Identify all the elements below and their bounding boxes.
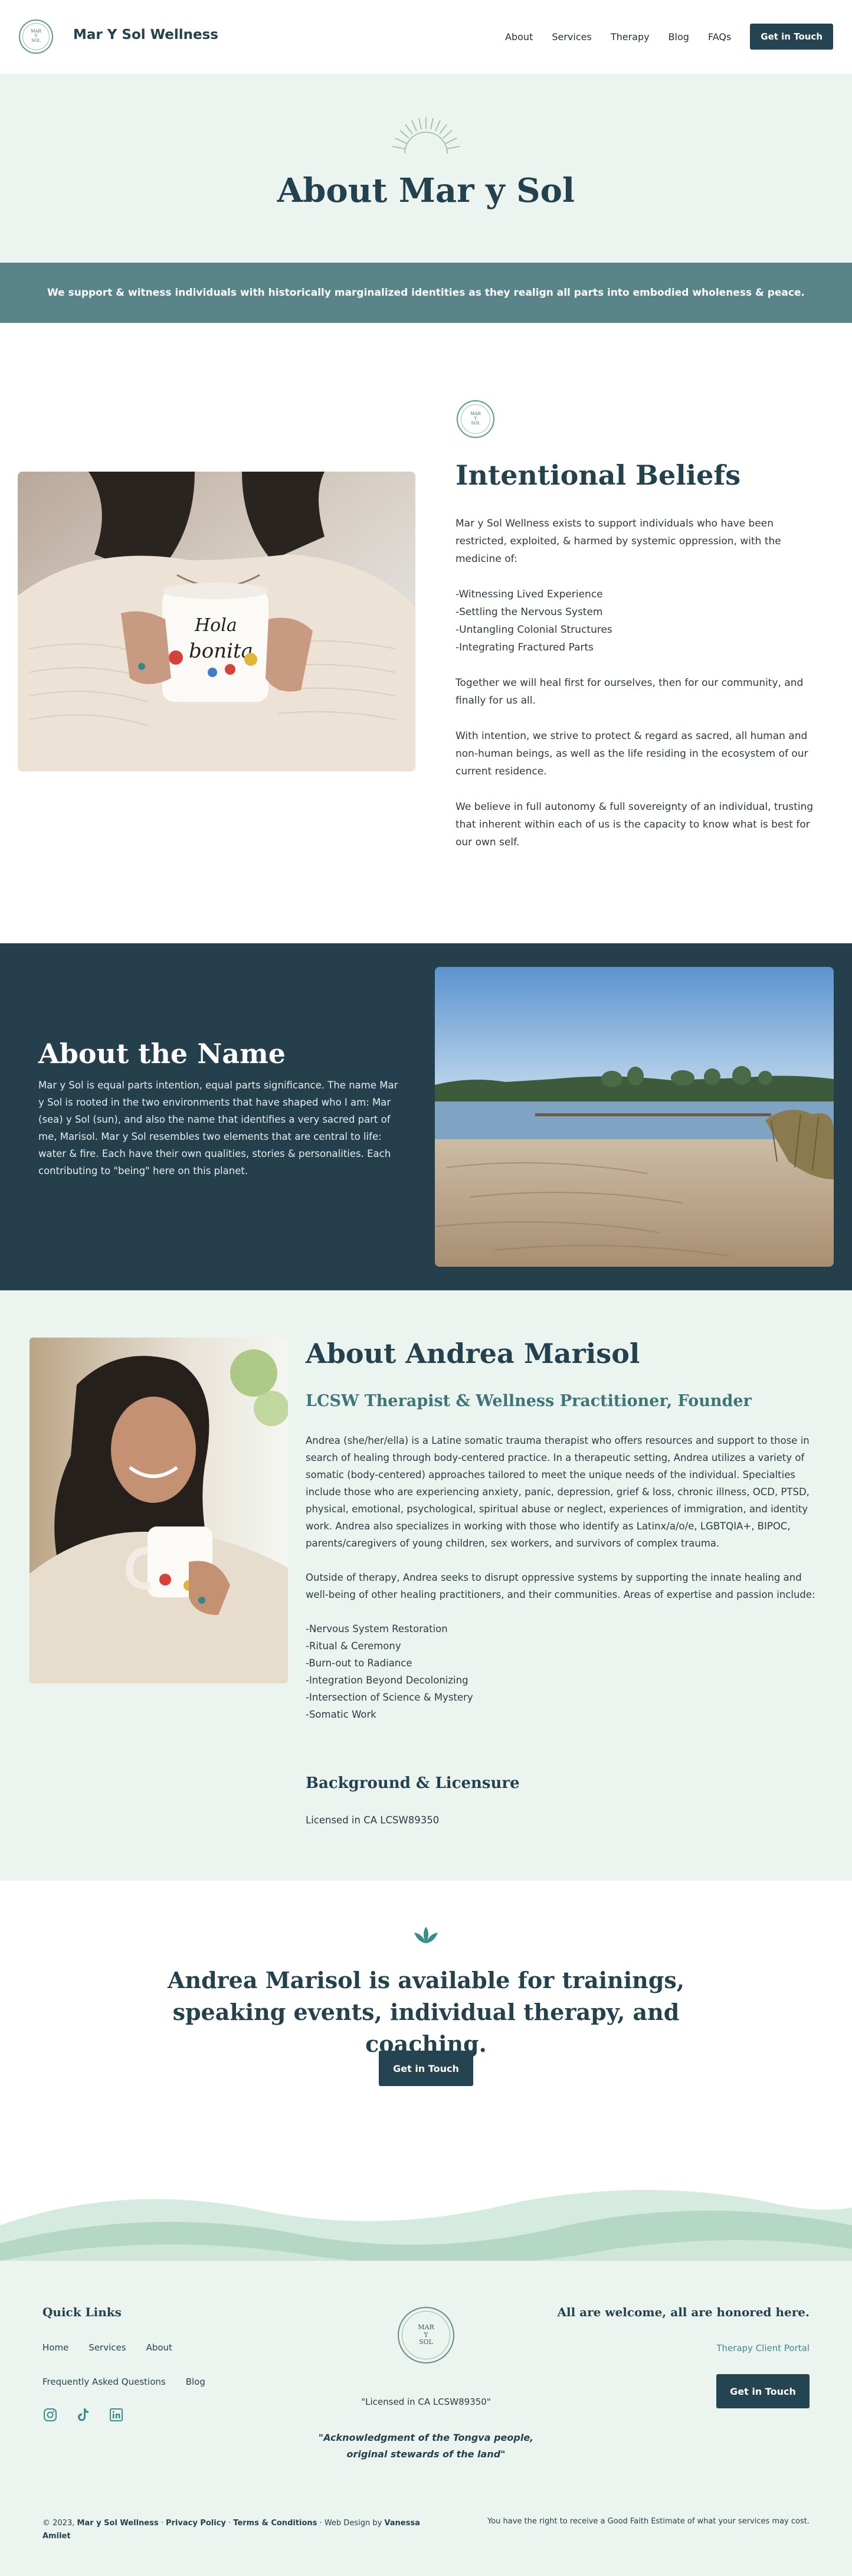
list-item: -Witnessing Lived Experience [456, 589, 603, 600]
copyright-brand[interactable]: Mar y Sol Wellness [77, 2519, 159, 2528]
terms-link[interactable]: Terms & Conditions [233, 2519, 317, 2528]
tiktok-icon[interactable] [76, 2407, 91, 2423]
header-get-in-touch-button[interactable]: Get in Touch [750, 24, 833, 50]
privacy-policy-link[interactable]: Privacy Policy [166, 2519, 226, 2528]
footer-logo-text: MAR Y SOL [402, 2311, 450, 2359]
beliefs-body: Mar y Sol Wellness exists to support ind… [456, 515, 815, 869]
footer-link-home[interactable]: Home [42, 2342, 68, 2353]
beliefs-badge: MAR Y SOL [457, 400, 494, 438]
list-item: -Settling the Nervous System [456, 606, 603, 618]
badge-line: SOL [419, 2338, 433, 2346]
quick-links-heading: Quick Links [42, 2305, 122, 2319]
footer-logo-badge[interactable]: MAR Y SOL [398, 2307, 454, 2363]
instagram-icon[interactable] [42, 2407, 58, 2423]
ack-line: "Acknowledgment of the Tongva people, [318, 2432, 534, 2443]
copyright: © 2023, Mar y Sol Wellness · Privacy Pol… [42, 2519, 420, 2541]
list-item: -Ritual & Ceremony [306, 1640, 401, 1652]
andrea-paragraph: Andrea (she/her/ella) is a Latine somati… [306, 1435, 810, 1549]
nav-link-blog[interactable]: Blog [669, 31, 689, 43]
logo-line: SOL [31, 38, 41, 43]
mission-banner: We support & witness individuals with hi… [0, 263, 852, 323]
hero-section: About Mar y Sol [0, 74, 852, 263]
beliefs-heading: Intentional Beliefs [456, 459, 741, 491]
list-item: -Burn-out to Radiance [306, 1658, 412, 1669]
logo-badge[interactable]: MAR Y SOL [19, 19, 53, 54]
nav-link-services[interactable]: Services [552, 31, 591, 43]
sun-rays-icon [392, 117, 460, 154]
list-item: -Integration Beyond Decolonizing [306, 1675, 468, 1686]
footer-link-faq[interactable]: Frequently Asked Questions [42, 2376, 166, 2387]
list-item: -Intersection of Science & Mystery [306, 1692, 473, 1703]
andrea-body: Andrea (she/her/ella) is a Latine somati… [306, 1432, 825, 1723]
about-andrea-section: About Andrea Marisol LCSW Therapist & We… [0, 1290, 852, 1881]
nav-link-faqs[interactable]: FAQs [708, 31, 731, 43]
mug-text: Hola [194, 615, 237, 636]
beliefs-list: -Witnessing Lived Experience -Settling t… [456, 586, 815, 656]
nav-link-about[interactable]: About [505, 31, 533, 43]
andrea-subtitle: LCSW Therapist & Wellness Practitioner, … [306, 1392, 752, 1410]
cta-get-in-touch-button[interactable]: Get in Touch [379, 2051, 473, 2086]
beliefs-intro: Mar y Sol Wellness exists to support ind… [456, 518, 781, 565]
about-name-section: About the Name Mar y Sol is equal parts … [0, 943, 852, 1290]
andrea-portrait-photo [30, 1338, 288, 1683]
list-item: -Nervous System Restoration [306, 1623, 448, 1634]
footer-link-blog[interactable]: Blog [186, 2376, 205, 2387]
list-item: -Untangling Colonial Structures [456, 624, 612, 636]
about-name-heading: About the Name [38, 1038, 286, 1070]
welcome-text: All are welcome, all are honored here. [557, 2305, 810, 2319]
andrea-paragraph: Outside of therapy, Andrea seeks to disr… [306, 1572, 815, 1600]
badge-text: MAR Y SOL [461, 404, 490, 434]
site-footer: Quick Links Home Services About Frequent… [0, 2261, 852, 2576]
footer-link-about[interactable]: About [146, 2342, 172, 2353]
expertise-list: -Nervous System Restoration -Ritual & Ce… [306, 1620, 825, 1723]
brand-name[interactable]: Mar Y Sol Wellness [73, 27, 218, 43]
design-credit: Web Design by [324, 2519, 382, 2528]
beach-photo [435, 967, 834, 1267]
copyright-prefix: © 2023, [42, 2519, 75, 2528]
main-nav: About Services Therapy Blog FAQs Get in … [486, 24, 833, 50]
client-portal-link[interactable]: Therapy Client Portal [716, 2343, 810, 2353]
badge-line: SOL [471, 420, 480, 426]
nav-link-therapy[interactable]: Therapy [611, 31, 650, 43]
list-item: -Somatic Work [306, 1709, 376, 1720]
beliefs-paragraph: Together we will heal first for ourselve… [456, 677, 804, 707]
about-name-text: Mar y Sol is equal parts intention, equa… [38, 1080, 398, 1176]
page-title: About Mar y Sol [277, 171, 575, 210]
land-acknowledgment: "Acknowledgment of the Tongva people, or… [0, 2430, 852, 2463]
lotus-icon [414, 1927, 438, 1943]
footer-get-in-touch-button[interactable]: Get in Touch [716, 2374, 810, 2408]
linkedin-icon[interactable] [109, 2407, 124, 2423]
good-faith-estimate-notice: You have the right to receive a Good Fai… [487, 2517, 810, 2526]
background-licensure-heading: Background & Licensure [306, 1774, 520, 1792]
site-header: MAR Y SOL Mar Y Sol Wellness About Servi… [0, 0, 852, 74]
list-item: -Integrating Fractured Parts [456, 642, 594, 653]
badge-line: MAR [418, 2323, 434, 2332]
mug-text: bonita [189, 639, 253, 663]
license-text: Licensed in CA LCSW89350 [306, 1815, 440, 1826]
logo-text: MAR Y SOL [22, 23, 50, 50]
mug-photo: Hola bonita [18, 472, 415, 772]
beliefs-paragraph: We believe in full autonomy & full sover… [456, 801, 814, 848]
cta-heading: Andrea Marisol is available for training… [167, 1967, 685, 2057]
ack-line: original stewards of the land" [346, 2448, 506, 2460]
footer-link-services[interactable]: Services [89, 2342, 126, 2353]
mission-text: We support & witness individuals with hi… [47, 287, 805, 299]
social-links [42, 2407, 124, 2423]
beliefs-paragraph: With intention, we strive to protect & r… [456, 730, 808, 777]
about-andrea-heading: About Andrea Marisol [306, 1338, 640, 1369]
